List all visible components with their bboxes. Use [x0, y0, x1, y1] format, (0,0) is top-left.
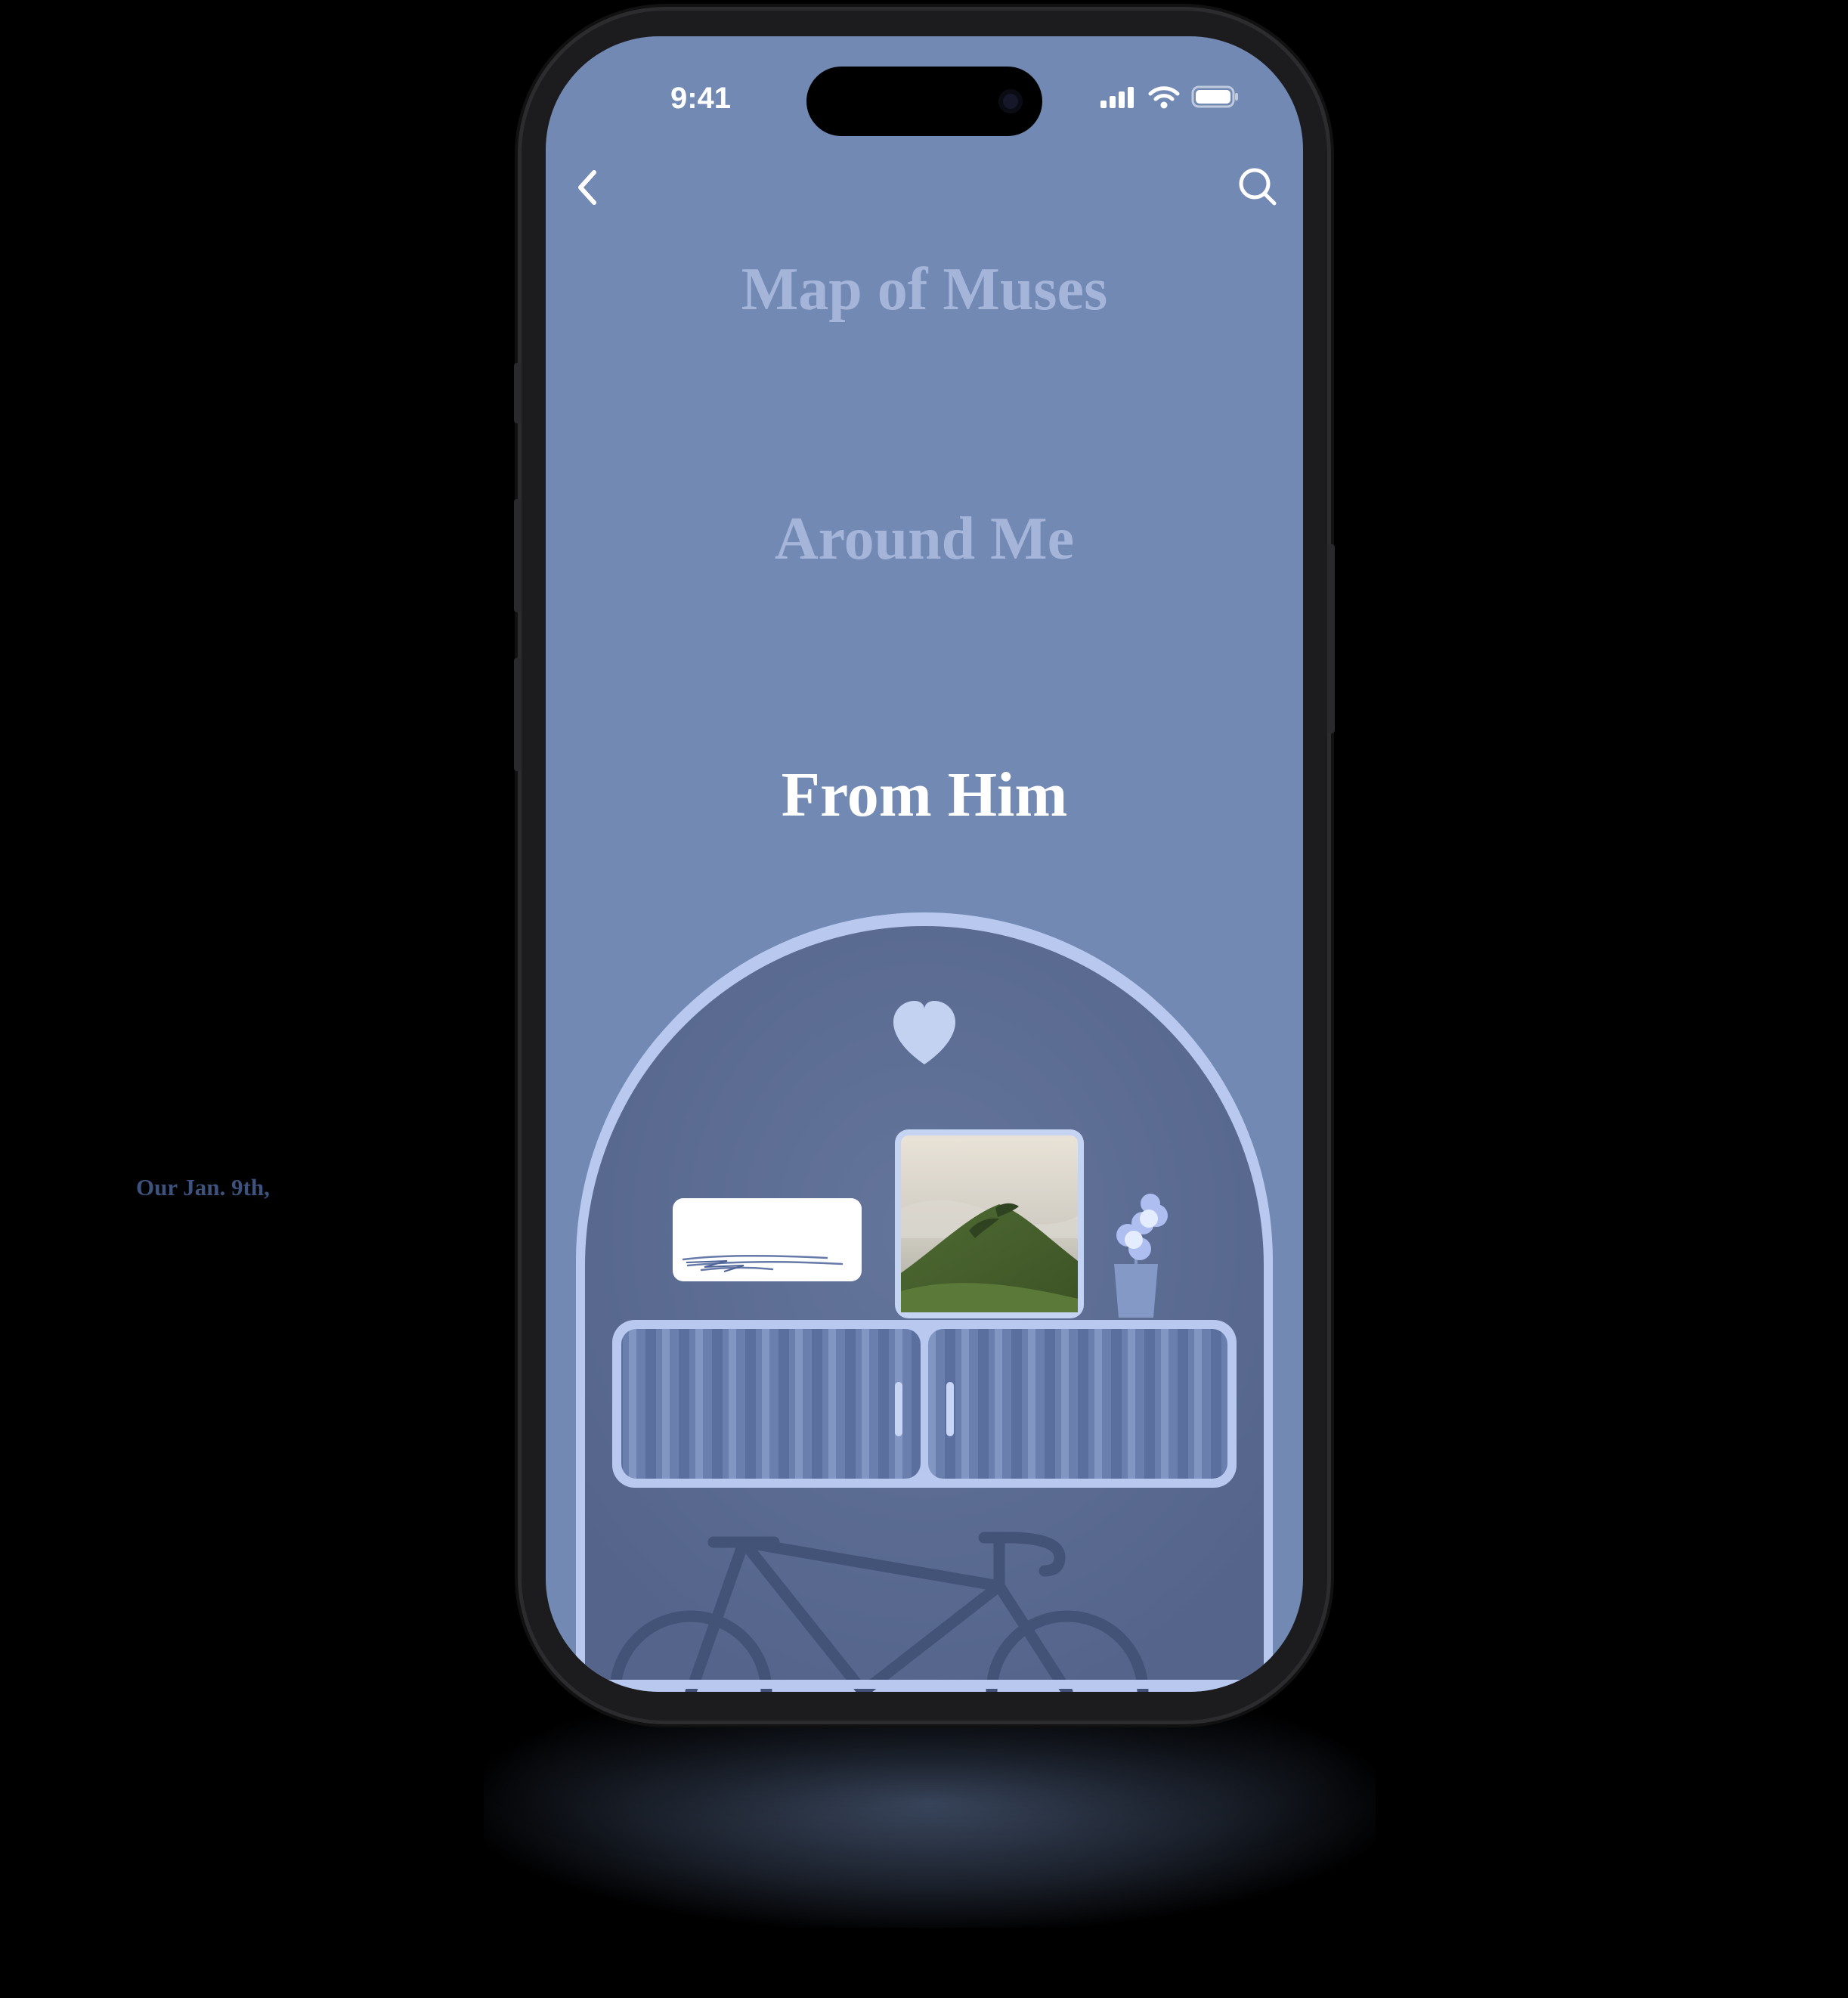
status-bar: 9:41 [546, 36, 1303, 150]
sideboard-cabinet [612, 1320, 1237, 1488]
cabinet-handle-right[interactable] [946, 1382, 954, 1436]
menu-item-map-of-muses[interactable]: Map of Muses [546, 256, 1303, 324]
mountain-landscape-photo[interactable] [895, 1129, 1084, 1318]
from-him-card[interactable] [546, 906, 1303, 1692]
app-screen: 9:41 Map of Muses Around Me From Him [546, 36, 1303, 1692]
power-button [1327, 544, 1335, 733]
note-card-text: Our Jan. 9th, [136, 1174, 270, 1200]
mute-switch [514, 363, 522, 423]
chevron-left-icon [578, 170, 596, 205]
search-button[interactable] [1227, 157, 1288, 218]
status-time: 9:41 [670, 82, 732, 115]
dynamic-island [806, 67, 1042, 136]
menu-item-around-me[interactable]: Around Me [546, 505, 1303, 574]
signal-icon [1100, 87, 1134, 108]
cabinet-handle-left[interactable] [895, 1382, 902, 1436]
volume-up-button [514, 499, 522, 612]
front-camera [998, 89, 1023, 113]
volume-down-button [514, 658, 522, 771]
status-icons [1099, 82, 1240, 112]
note-card[interactable] [673, 1198, 862, 1281]
back-button[interactable] [561, 157, 621, 218]
search-icon [1239, 168, 1277, 206]
battery-icon [1191, 85, 1238, 108]
menu-item-from-him[interactable]: From Him [546, 758, 1303, 832]
wifi-icon [1148, 86, 1180, 109]
